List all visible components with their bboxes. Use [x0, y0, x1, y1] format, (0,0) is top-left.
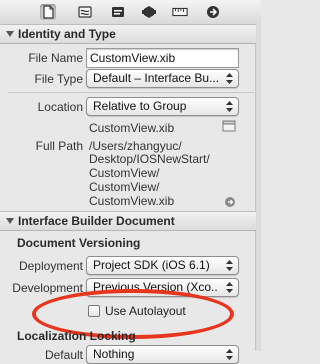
file-name-label: File Name	[28, 51, 83, 65]
quick-help-icon[interactable]	[77, 4, 93, 20]
full-path-line: CustomView/	[89, 166, 160, 180]
scrollbar[interactable]	[255, 24, 261, 351]
default-value: Nothing	[93, 347, 135, 361]
popup-arrows-icon	[226, 101, 233, 112]
attributes-inspector-icon[interactable]	[141, 4, 157, 20]
full-path-line: CustomView.xib	[89, 194, 175, 208]
section-title: Interface Builder Document	[18, 214, 175, 228]
file-type-label: File Type	[34, 72, 83, 86]
popup-arrows-icon	[226, 260, 233, 271]
identity-type-header[interactable]: Identity and Type	[0, 24, 256, 44]
connections-inspector-icon[interactable]	[205, 4, 221, 20]
full-path-label: Full Path	[35, 139, 83, 153]
inspector-toolbar	[0, 0, 261, 25]
file-inspector-icon[interactable]	[40, 4, 56, 20]
localization-locking-title: Localization Locking	[17, 329, 136, 343]
location-popup[interactable]: Relative to Group	[86, 97, 239, 116]
size-inspector-icon[interactable]	[172, 4, 190, 20]
popup-arrows-icon	[226, 282, 233, 293]
file-type-value: Default – Interface Bu...	[93, 71, 218, 85]
deployment-popup[interactable]: Project SDK (iOS 6.1)	[86, 256, 239, 275]
section-title: Identity and Type	[18, 27, 116, 41]
disclosure-triangle-icon[interactable]	[6, 31, 14, 37]
location-value: Relative to Group	[93, 99, 187, 113]
full-path-line: Desktop/IOSNewStart/	[89, 152, 210, 166]
full-path-line: /Users/zhangyuc/	[89, 139, 182, 153]
divider	[8, 92, 254, 93]
document-versioning-title: Document Versioning	[17, 236, 141, 250]
default-label: Default	[44, 348, 83, 362]
file-type-popup[interactable]: Default – Interface Bu...	[86, 69, 239, 88]
deployment-label: Deployment	[18, 259, 83, 273]
identity-inspector-icon[interactable]	[110, 4, 126, 20]
ib-document-header[interactable]: Interface Builder Document	[0, 211, 256, 231]
full-path-line: CustomView/	[89, 180, 160, 194]
reveal-folder-icon[interactable]	[222, 120, 236, 132]
reveal-in-finder-icon[interactable]	[225, 196, 235, 207]
file-name-field[interactable]: CustomView.xib	[86, 48, 239, 68]
relative-filename: CustomView.xib	[89, 121, 175, 135]
deployment-value: Project SDK (iOS 6.1)	[93, 258, 210, 272]
default-popup[interactable]: Nothing	[86, 345, 239, 364]
location-label: Location	[37, 100, 83, 114]
popup-arrows-icon	[226, 73, 233, 84]
disclosure-triangle-icon[interactable]	[6, 218, 14, 224]
